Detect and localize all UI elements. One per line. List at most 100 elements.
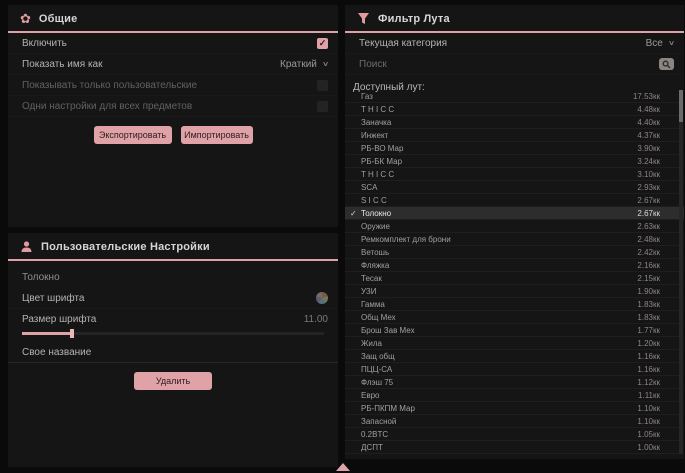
loot-item-row[interactable]: S I C C2.67кк [345,194,684,207]
enable-checkbox[interactable]: ✓ [317,38,328,49]
loot-item-name: Толокно [361,209,391,218]
font-size-slider[interactable] [8,330,338,342]
same-settings-checkbox[interactable] [317,101,328,112]
category-value: Все [646,38,663,49]
custom-settings-panel: Пользовательские Настройки Толокно Цвет … [8,233,338,467]
loot-item-name: Газ [361,92,373,101]
check-icon: ✓ [350,209,357,218]
loot-filter-title: Фильтр Лута [378,13,450,25]
name-display-label: Показать имя как [22,59,102,70]
loot-item-value: 1.10кк [637,404,660,413]
loot-item-row[interactable]: Оружие2.63кк [345,220,684,233]
loot-item-row[interactable]: РБ-ВО Мар3.90кк [345,142,684,155]
selected-item-name: Толокно [8,261,338,288]
loot-item-value: 1.90кк [637,287,660,296]
loot-list-scrollbar[interactable] [679,90,683,454]
loot-item-row[interactable]: T H I C C4.48кк [345,103,684,116]
search-input[interactable] [359,59,629,70]
loot-item-name: 0.2BTC [361,430,388,439]
loot-item-row[interactable]: Заначка 4.40кк [345,116,684,129]
loot-item-value: 2.67кк [637,196,660,205]
loot-item-name: РБ-БК Мар [361,157,402,166]
loot-item-row[interactable]: РБ-ПКПМ Мар 1.10кк [345,402,684,415]
loot-item-value: 1.20кк [637,339,660,348]
loot-item-value: 1.10кк [637,417,660,426]
loot-item-row[interactable]: Тесак2.15кк [345,272,684,285]
loot-item-value: 3.24кк [637,157,660,166]
scrollbar-thumb[interactable] [679,90,683,122]
loot-item-row[interactable]: Ветошь2.42кк [345,246,684,259]
loot-item-row[interactable]: Запасной 1.10кк [345,415,684,428]
export-button[interactable]: Экспортировать [94,126,172,144]
loot-item-row[interactable]: 0.2BTC1.05кк [345,428,684,441]
loot-item-row[interactable]: ДСПТ 1.00кк [345,441,684,454]
loot-item-row[interactable]: Инжект4.37кк [345,129,684,142]
loot-item-value: 2.93кк [637,183,660,192]
custom-settings-header: Пользовательские Настройки [8,233,338,259]
font-size-label: Размер шрифта [22,314,96,325]
loot-item-row[interactable]: Евро1.11кк [345,389,684,402]
slider-fill [22,332,70,335]
custom-settings-title: Пользовательские Настройки [41,241,210,253]
loot-item-row[interactable]: Ремкомплект для брони 2.48кк [345,233,684,246]
loot-item-name: Тесак [361,274,382,283]
custom-only-checkbox[interactable] [317,80,328,91]
category-row: Текущая категория Все ∨ [345,33,684,54]
loot-item-row[interactable]: Гамма 1.83кк [345,298,684,311]
font-color-label: Цвет шрифта [22,293,84,304]
gear-flower-icon: ✿ [20,12,31,25]
loot-item-name: Гамма [361,300,385,309]
loot-item-row[interactable]: Фляжка2.16кк [345,259,684,272]
category-dropdown[interactable]: Все ∨ [646,38,674,49]
same-settings-label: Одни настройки для всех предметов [22,101,192,112]
loot-item-name: Заначка [361,118,391,127]
loot-item-name: Общ Мех [361,313,396,322]
chevron-down-icon: ∨ [322,60,329,68]
enable-row: Включить ✓ [8,33,338,54]
loot-item-row[interactable]: Брош Зав Мех1.77кк [345,324,684,337]
loot-item-name: Евро [361,391,379,400]
loot-item-row[interactable]: Флэш 751.12кк [345,376,684,389]
loot-filter-panel: Фильтр Лута Текущая категория Все ∨ Дост… [345,5,684,459]
name-display-dropdown[interactable]: Краткий ∨ [280,59,328,70]
loot-item-name: Защ общ [361,352,395,361]
general-panel-title: Общие [39,13,78,25]
general-panel-header: ✿ Общие [8,5,338,31]
loot-item-value: 4.48кк [637,105,660,114]
loot-item-value: 1.00кк [637,443,660,452]
loot-item-name: Ветошь [361,248,389,257]
loot-item-name: Жила [361,339,382,348]
loot-item-row[interactable]: SCA2.93кк [345,181,684,194]
search-icon[interactable] [659,58,674,70]
funnel-icon [357,12,370,25]
delete-button[interactable]: Удалить [134,372,212,390]
chevron-down-icon: ∨ [668,39,675,47]
loot-item-name: Запасной [361,417,396,426]
expand-arrow-icon[interactable] [336,463,350,471]
loot-item-row[interactable]: Общ Мех1.83кк [345,311,684,324]
slider-handle[interactable] [70,329,74,338]
loot-item-name: РБ-ПКПМ Мар [361,404,415,413]
loot-item-value: 1.16кк [637,352,660,361]
loot-item-row[interactable]: ✓Толокно2.67кк [345,207,684,220]
slider-track[interactable] [22,332,324,335]
loot-item-row[interactable]: T H I C C3.10кк [345,168,684,181]
loot-item-name: ДСПТ [361,443,383,452]
name-display-value: Краткий [280,59,317,70]
loot-item-value: 2.48кк [637,235,660,244]
loot-item-row[interactable]: Газ17.53кк [345,90,684,103]
loot-item-row[interactable]: РБ-БК Мар 3.24кк [345,155,684,168]
loot-item-value: 4.40кк [637,118,660,127]
loot-item-row[interactable]: Жила 1.20кк [345,337,684,350]
loot-item-name: Ремкомплект для брони [361,235,451,244]
loot-item-value: 1.83кк [637,300,660,309]
loot-item-value: 2.63кк [637,222,660,231]
color-picker-icon[interactable] [316,292,328,304]
font-size-value: 11.00 [304,314,328,325]
loot-item-row[interactable]: УЗИ1.90кк [345,285,684,298]
custom-name-label: Свое название [22,347,91,358]
loot-item-row[interactable]: ПЦЦ-СА1.16кк [345,363,684,376]
import-button[interactable]: Импортировать [181,126,253,144]
loot-item-row[interactable]: Защ общ 1.16кк [345,350,684,363]
custom-name-input[interactable]: Свое название [8,342,338,363]
